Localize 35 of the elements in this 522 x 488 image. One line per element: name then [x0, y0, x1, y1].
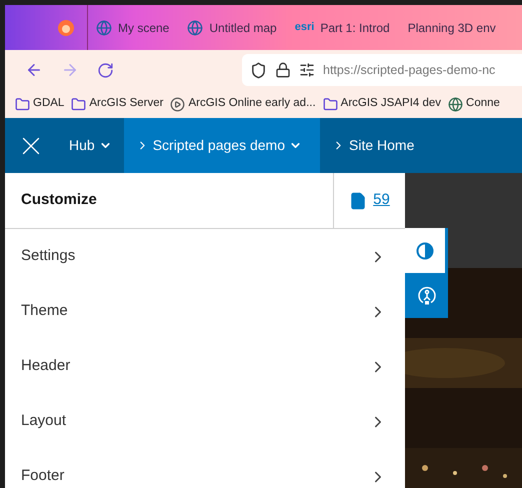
browser-logo-icon	[57, 18, 75, 36]
bookmark[interactable]: Conne	[448, 95, 500, 113]
bookmark[interactable]: ArcGIS Online early ad...	[170, 95, 316, 113]
globe-icon	[96, 20, 112, 36]
contrast-icon	[416, 242, 434, 260]
breadcrumb-item[interactable]: Hub	[57, 118, 124, 173]
reload-icon[interactable]	[97, 62, 114, 78]
browser-tab[interactable]: Untitled map	[185, 18, 279, 36]
url-text: https://scripted-pages-demo-nc	[323, 62, 496, 79]
bookmark[interactable]: ArcGIS Server	[71, 95, 164, 113]
page-count-link[interactable]: 59	[373, 189, 390, 212]
accessibility-button[interactable]	[405, 273, 448, 318]
browser-tab[interactable]: Planning 3D env	[406, 18, 498, 36]
permissions-icon	[299, 62, 315, 78]
globe-icon	[187, 20, 204, 36]
page-icon	[349, 192, 368, 210]
logo-icon: esri	[294, 19, 314, 36]
play-icon	[170, 96, 186, 112]
browser-tab[interactable]: esri Part 1: Introd	[292, 18, 392, 36]
accessibility-icon	[416, 286, 436, 306]
shield-icon	[250, 62, 267, 78]
bookmark[interactable]: ArcGIS JSAPI4 dev	[322, 95, 442, 113]
address-bar[interactable]: https://scripted-pages-demo-nc	[242, 54, 522, 86]
folder-icon	[322, 96, 338, 112]
bookmark[interactable]: GDAL	[15, 95, 64, 113]
back-icon[interactable]	[25, 61, 43, 79]
globe-icon	[448, 96, 464, 112]
breadcrumb-item[interactable]: Site Home	[320, 118, 426, 173]
breadcrumb-item[interactable]: Scripted pages demo	[124, 118, 320, 173]
browser-tab[interactable]: My scene	[94, 18, 172, 36]
lock-icon	[275, 62, 291, 78]
contrast-button[interactable]	[405, 228, 448, 273]
panel-title: Customize	[20, 190, 98, 210]
folder-icon	[71, 96, 86, 112]
folder-icon	[15, 96, 30, 112]
